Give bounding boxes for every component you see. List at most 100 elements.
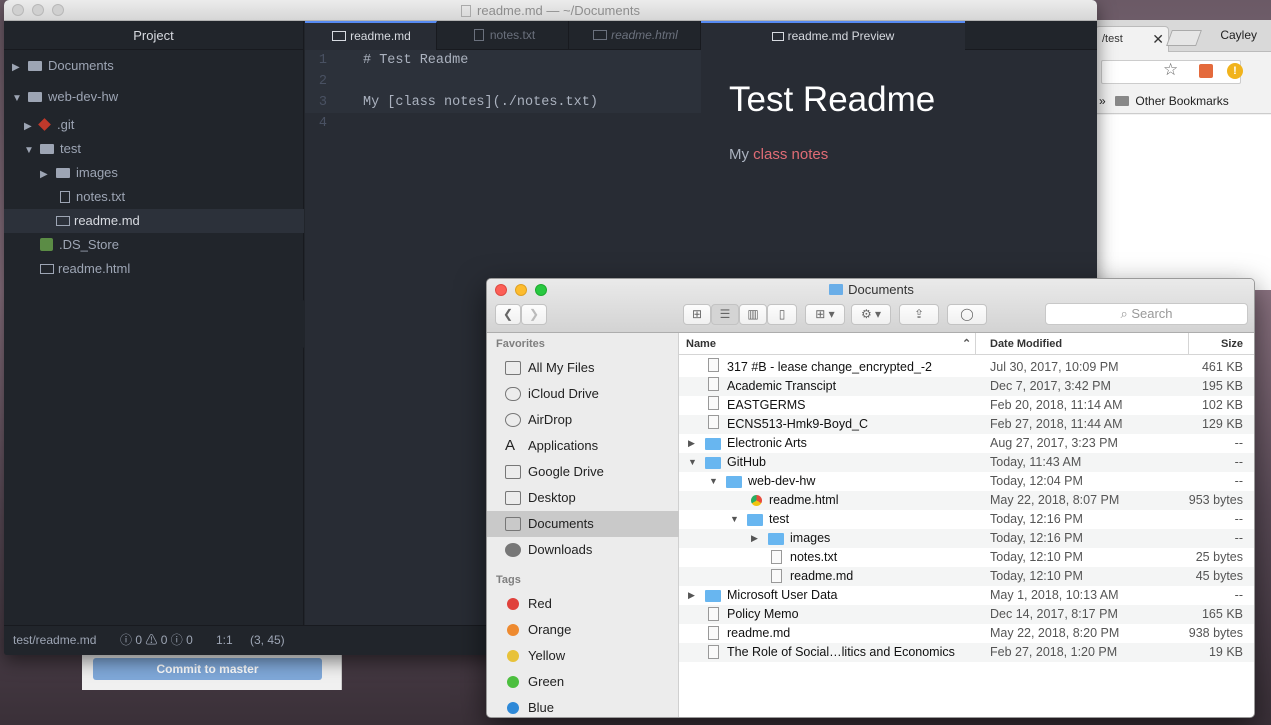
code-line[interactable] [363,71,598,92]
diagnostics-counts[interactable]: ⓘ 0 ⚠ 0 ⓘ 0 [120,626,193,654]
file-row[interactable]: 317 #B - lease change_encrypted_-2 Jul 30… [679,358,1254,377]
sidebar-tag-blue[interactable]: Blue [487,695,679,717]
minimize-window-button[interactable] [32,4,44,16]
tree-item-ds-store[interactable]: .DS_Store [4,233,304,257]
tree-item-readme-html[interactable]: readme.html [4,257,304,281]
tab-notes-txt[interactable]: notes.txt [437,21,569,50]
chevron-right-icon[interactable]: ▶ [40,163,50,187]
cover-flow-button[interactable]: ▯ [767,304,797,325]
sidebar-item-documents[interactable]: Documents [487,511,679,537]
sidebar-item-downloads[interactable]: Downloads [487,537,679,563]
chevron-down-icon[interactable]: ▼ [24,139,34,163]
tree-item-git[interactable]: ▶ .git [4,113,304,137]
file-row[interactable]: Academic Transcipt Dec 7, 2017, 3:42 PM 19… [679,377,1254,396]
icon-view-button[interactable]: ⊞ [683,304,711,325]
disclosure-right-icon[interactable]: ▶ [751,529,758,548]
other-bookmarks[interactable]: Other Bookmarks [1135,94,1228,108]
chevron-down-icon[interactable]: ▼ [12,87,22,111]
tree-item-images[interactable]: ▶ images [4,161,304,185]
file-row[interactable]: readme.md May 22, 2018, 8:20 PM 938 bytes [679,624,1254,643]
file-date: Today, 12:04 PM [990,474,1083,488]
tree-item-notes-txt[interactable]: notes.txt [4,185,304,209]
sidebar-item-icloud-drive[interactable]: iCloud Drive [487,381,679,407]
finder-title-text: Documents [848,282,914,297]
search-field[interactable]: ⌕ Search [1045,303,1248,325]
sidebar-item-desktop[interactable]: Desktop [487,485,679,511]
sort-chevron-up-icon[interactable]: ⌃ [962,333,971,355]
close-icon[interactable]: ✕ [1152,31,1164,48]
back-button[interactable]: ❮ [495,304,521,325]
bookmark-star-icon[interactable]: ☆ [1163,60,1178,80]
sidebar-item-airdrop[interactable]: AirDrop [487,407,679,433]
search-icon: ⌕ [1120,306,1128,321]
zoom-window-button[interactable] [52,4,64,16]
tree-item-test[interactable]: ▼ test [4,137,304,161]
disclosure-down-icon[interactable]: ▼ [730,510,739,529]
sidebar-tag-yellow[interactable]: Yellow [487,643,679,669]
finder-sidebar: Favorites All My Files iCloud Drive AirD… [487,333,679,717]
code-line[interactable] [363,113,598,134]
tree-item-documents[interactable]: ▶ Documents [4,54,304,78]
tab-readme-md[interactable]: readme.md [305,21,437,50]
sidebar-tag-orange[interactable]: Orange [487,617,679,643]
file-row[interactable]: ▼ web-dev-hw Today, 12:04 PM -- [679,472,1254,491]
code-line[interactable]: # Test Readme [363,50,598,71]
forward-button[interactable]: ❯ [521,304,547,325]
commit-button[interactable]: Commit to master [93,658,322,680]
close-window-button[interactable] [12,4,24,16]
tab-markdown-preview[interactable]: readme.md Preview [701,21,965,50]
file-row[interactable]: notes.txt Today, 12:10 PM 25 bytes [679,548,1254,567]
share-button[interactable]: ⇪ [899,304,939,325]
file-row[interactable]: readme.html May 22, 2018, 8:07 PM 953 byte… [679,491,1254,510]
column-view-button[interactable]: ▥ [739,304,767,325]
tag-color-icon [507,702,519,714]
file-row[interactable]: ECNS513-Hmk9-Boyd_C Feb 27, 2018, 11:44 A… [679,415,1254,434]
tree-item-web-dev-hw[interactable]: ▼ web-dev-hw [4,85,304,109]
class-notes-link[interactable]: class notes [753,146,828,163]
cursor-position[interactable]: 1:1 [216,626,233,654]
sidebar-tag-green[interactable]: Green [487,669,679,695]
size-column-header[interactable]: Size [1221,333,1243,355]
disclosure-down-icon[interactable]: ▼ [688,453,697,472]
chrome-tab[interactable]: /test ✕ [1095,26,1169,52]
file-row[interactable]: ▶ images Today, 12:16 PM -- [679,529,1254,548]
name-column-header[interactable]: Name [686,333,716,355]
file-row[interactable]: ▶ Microsoft User Data May 1, 2018, 10:13 A… [679,586,1254,605]
arrange-button[interactable]: ⊞ ▾ [805,304,845,325]
selection-range[interactable]: (3, 45) [250,626,285,654]
code-lines[interactable]: # Test Readme My [class notes](./notes.t… [363,50,598,134]
disclosure-right-icon[interactable]: ▶ [688,434,695,453]
extension-icon[interactable] [1199,64,1213,78]
sidebar-tag-red[interactable]: Red [487,591,679,617]
tags-button[interactable]: ◯ [947,304,987,325]
chevron-right-icon[interactable]: ▶ [12,56,22,80]
warning-icon[interactable]: ! [1227,63,1243,79]
action-gear-button[interactable]: ⚙ ▾ [851,304,891,325]
file-row[interactable]: ▶ Electronic Arts Aug 27, 2017, 3:23 PM -- [679,434,1254,453]
chevron-right-icon[interactable]: ▶ [24,115,34,139]
file-icon [461,5,472,17]
file-row[interactable]: readme.md Today, 12:10 PM 45 bytes [679,567,1254,586]
disclosure-right-icon[interactable]: ▶ [688,586,695,605]
file-row[interactable]: ▼ test Today, 12:16 PM -- [679,510,1254,529]
preview-heading: Test Readme [729,80,936,119]
sidebar-item-all-my-files[interactable]: All My Files [487,355,679,381]
status-file-path[interactable]: test/readme.md [13,626,96,654]
file-date: Feb 27, 2018, 1:20 PM [990,645,1118,659]
chevron-right-icon[interactable]: » [1099,94,1106,108]
sidebar-item-google-drive[interactable]: Google Drive [487,459,679,485]
file-row[interactable]: EASTGERMS Feb 20, 2018, 11:14 AM 102 KB [679,396,1254,415]
file-row[interactable]: Policy Memo Dec 14, 2017, 8:17 PM 165 KB [679,605,1254,624]
sidebar-item-applications[interactable]: A Applications [487,433,679,459]
code-line[interactable]: My [class notes](./notes.txt) [363,92,598,113]
list-view-button[interactable]: ☰ [711,304,739,325]
tree-item-readme-md[interactable]: readme.md [4,209,304,233]
file-row[interactable]: The Role of Social…litics and Economics F… [679,643,1254,662]
file-row[interactable]: ▼ GitHub Today, 11:43 AM -- [679,453,1254,472]
new-tab-button[interactable] [1166,30,1202,46]
tab-readme-html[interactable]: readme.html [569,21,701,50]
preview-paragraph: My class notes [729,146,1069,163]
chrome-user-name[interactable]: Cayley [1220,28,1257,42]
date-column-header[interactable]: Date Modified [990,333,1062,355]
disclosure-down-icon[interactable]: ▼ [709,472,718,491]
